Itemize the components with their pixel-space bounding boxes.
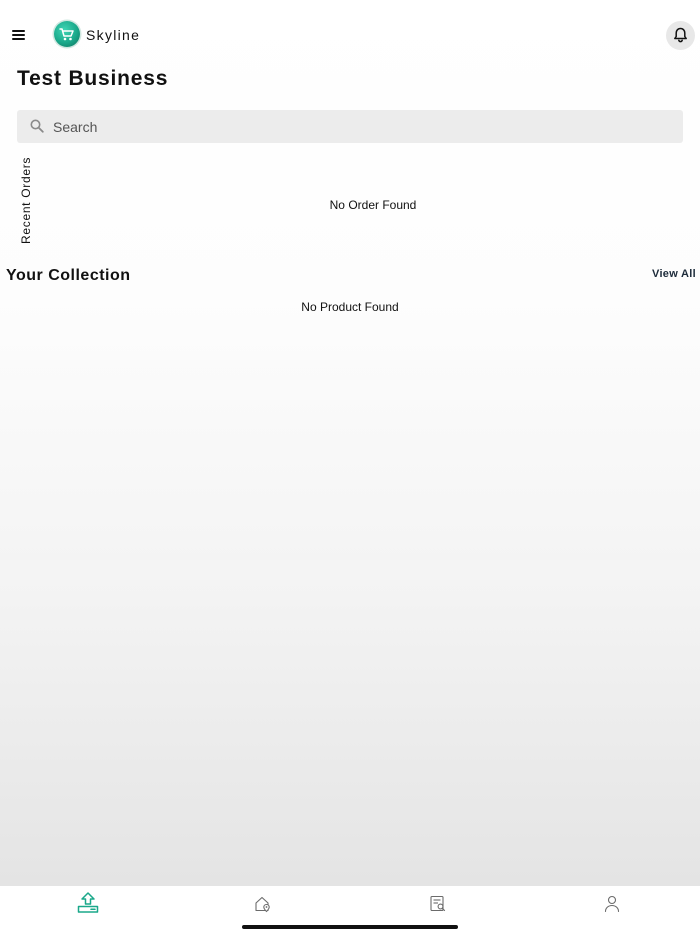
no-product-message: No Product Found (301, 300, 399, 314)
home-indicator (242, 925, 458, 929)
hamburger-menu-icon[interactable] (11, 27, 28, 44)
no-order-message: No Order Found (329, 198, 417, 212)
search-icon (30, 119, 44, 133)
page-title: Test Business (17, 67, 169, 90)
top-bar: Skyline (0, 0, 700, 70)
recent-orders-label: Recent Orders (19, 156, 33, 244)
shopping-cart-logo-icon (54, 21, 80, 47)
upload-box-icon[interactable] (76, 891, 100, 915)
profile-icon[interactable] (604, 895, 620, 913)
home-location-icon[interactable] (254, 895, 272, 913)
collection-title: Your Collection (6, 267, 131, 284)
view-all-link[interactable]: View All (652, 268, 696, 280)
search-bar[interactable] (17, 110, 683, 143)
bell-icon[interactable] (666, 21, 695, 50)
search-input[interactable] (53, 110, 673, 143)
app-name: Skyline (86, 27, 141, 43)
order-search-icon[interactable] (429, 895, 447, 913)
